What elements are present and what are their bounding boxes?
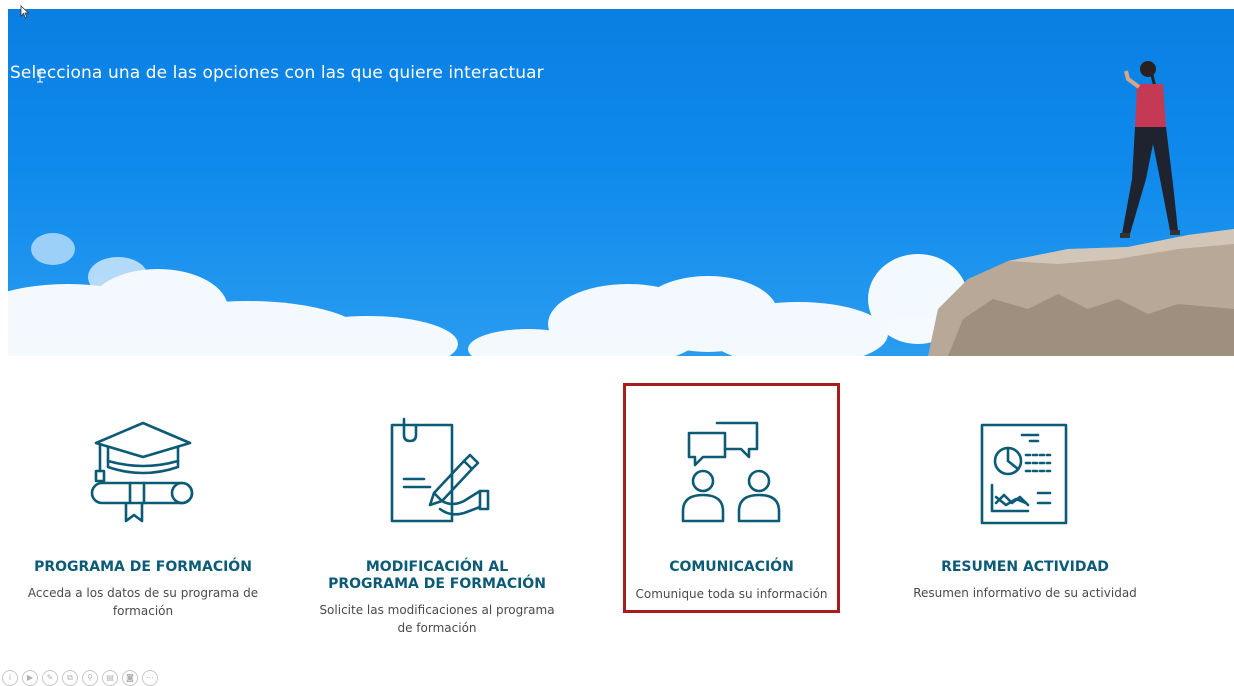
option-title: MODIFICACIÓN AL PROGRAMA DE FORMACIÓN: [328, 559, 546, 592]
option-card-modificacion[interactable]: MODIFICACIÓN AL PROGRAMA DE FORMACIÓN So…: [306, 383, 568, 635]
info-icon[interactable]: i: [2, 670, 18, 686]
option-card-comunicacion[interactable]: COMUNICACIÓN Comunique toda su informaci…: [623, 383, 840, 613]
option-description: Solicite las modificaciones al programa …: [319, 603, 555, 635]
text-cursor-icon: [37, 69, 43, 83]
option-title: COMUNICACIÓN: [669, 559, 794, 575]
chat-users-icon: [681, 421, 780, 523]
hero-prompt: Selecciona una de las opciones con las q…: [10, 63, 544, 83]
pen-icon[interactable]: ✎: [42, 670, 58, 686]
option-title: RESUMEN ACTIVIDAD: [941, 559, 1109, 575]
hero-illustration: [8, 61, 1234, 356]
camera-icon[interactable]: ◙: [122, 670, 138, 686]
copy-icon[interactable]: ⧉: [62, 670, 78, 686]
bottom-toolbar: i ▶ ✎ ⧉ ⚲ ▤ ◙ ⋯: [2, 670, 158, 686]
option-description: Resumen informativo de su actividad: [913, 586, 1137, 600]
option-description: Acceda a los datos de su programa de for…: [27, 586, 259, 618]
option-card-programa[interactable]: PROGRAMA DE FORMACIÓN Acceda a los datos…: [20, 383, 266, 618]
graduation-cap-books-icon: [90, 421, 194, 523]
option-description: Comunique toda su información: [635, 587, 828, 601]
mouse-pointer-icon: [20, 5, 30, 19]
hero-banner: Selecciona una de las opciones con las q…: [8, 9, 1234, 356]
document-signing-icon: [390, 417, 490, 523]
report-chart-icon: [980, 423, 1068, 525]
more-icon[interactable]: ⋯: [142, 670, 158, 686]
option-card-resumen[interactable]: RESUMEN ACTIVIDAD Resumen informativo de…: [900, 383, 1150, 613]
zoom-icon[interactable]: ⚲: [82, 670, 98, 686]
save-icon[interactable]: ▤: [102, 670, 118, 686]
option-title: PROGRAMA DE FORMACIÓN: [34, 559, 252, 575]
play-icon[interactable]: ▶: [22, 670, 38, 686]
